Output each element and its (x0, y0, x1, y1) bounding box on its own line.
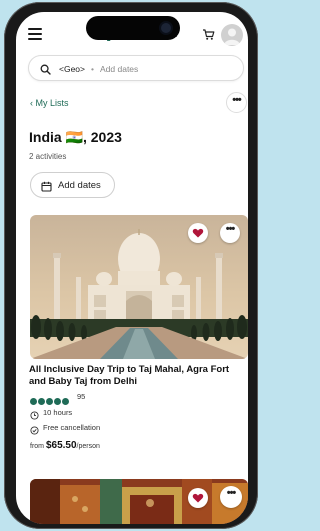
calendar-icon (41, 179, 52, 197)
favorite-heart-button[interactable] (188, 223, 208, 243)
add-dates-button[interactable]: Add dates (30, 172, 115, 198)
rating-bubbles (30, 392, 70, 405)
list-more-options-button[interactable]: ••• (226, 92, 247, 113)
activity-count: 2 activities (29, 152, 67, 161)
rating-bubble-icon (46, 398, 53, 405)
price-suffix: /person (76, 443, 100, 450)
cancellation-text: Free cancellation (43, 423, 101, 432)
dynamic-island (86, 16, 180, 40)
search-bar[interactable]: <Geo> • Add dates (28, 55, 244, 81)
price-prefix: from (30, 443, 44, 450)
heart-icon (192, 493, 204, 503)
camera-icon (161, 23, 171, 33)
favorite-heart-button-second[interactable] (188, 488, 208, 508)
back-link-label: My Lists (35, 98, 69, 108)
phone-frame: v ents (4, 2, 258, 529)
cart-icon[interactable] (202, 28, 215, 46)
duration-text: 10 hours (43, 408, 73, 417)
activity-title[interactable]: All Inclusive Day Trip to Taj Mahal, Agr… (29, 364, 247, 388)
rating-bubble-icon (30, 398, 37, 405)
check-circle-icon (30, 422, 39, 440)
page-title: India 🇮🇳, 2023 (29, 129, 122, 145)
search-geo-text: <Geo> (59, 64, 85, 74)
hamburger-menu-icon[interactable] (28, 28, 42, 40)
review-count[interactable]: 95 (77, 392, 85, 401)
back-to-my-lists-link[interactable]: ‹ My Lists (30, 98, 69, 108)
avatar-icon[interactable] (221, 24, 243, 46)
search-icon (40, 62, 51, 80)
rating-bubble-icon (38, 398, 45, 405)
search-separator: • (91, 64, 94, 74)
search-dates-placeholder[interactable]: Add dates (100, 64, 138, 74)
activity-image-second[interactable] (30, 479, 248, 524)
card-more-options-button[interactable]: ••• (220, 223, 240, 243)
activity-image-taj-mahal[interactable] (30, 215, 248, 359)
heart-icon (192, 228, 204, 238)
rating-bubble-icon (54, 398, 61, 405)
price-row: from $65.50/person (30, 440, 100, 451)
price-amount: $65.50 (45, 440, 77, 451)
rating-bubble-icon (62, 398, 69, 405)
app-screen: v ents (16, 12, 248, 524)
card-more-options-button-second[interactable]: ••• (220, 486, 242, 508)
add-dates-label: Add dates (58, 180, 101, 191)
